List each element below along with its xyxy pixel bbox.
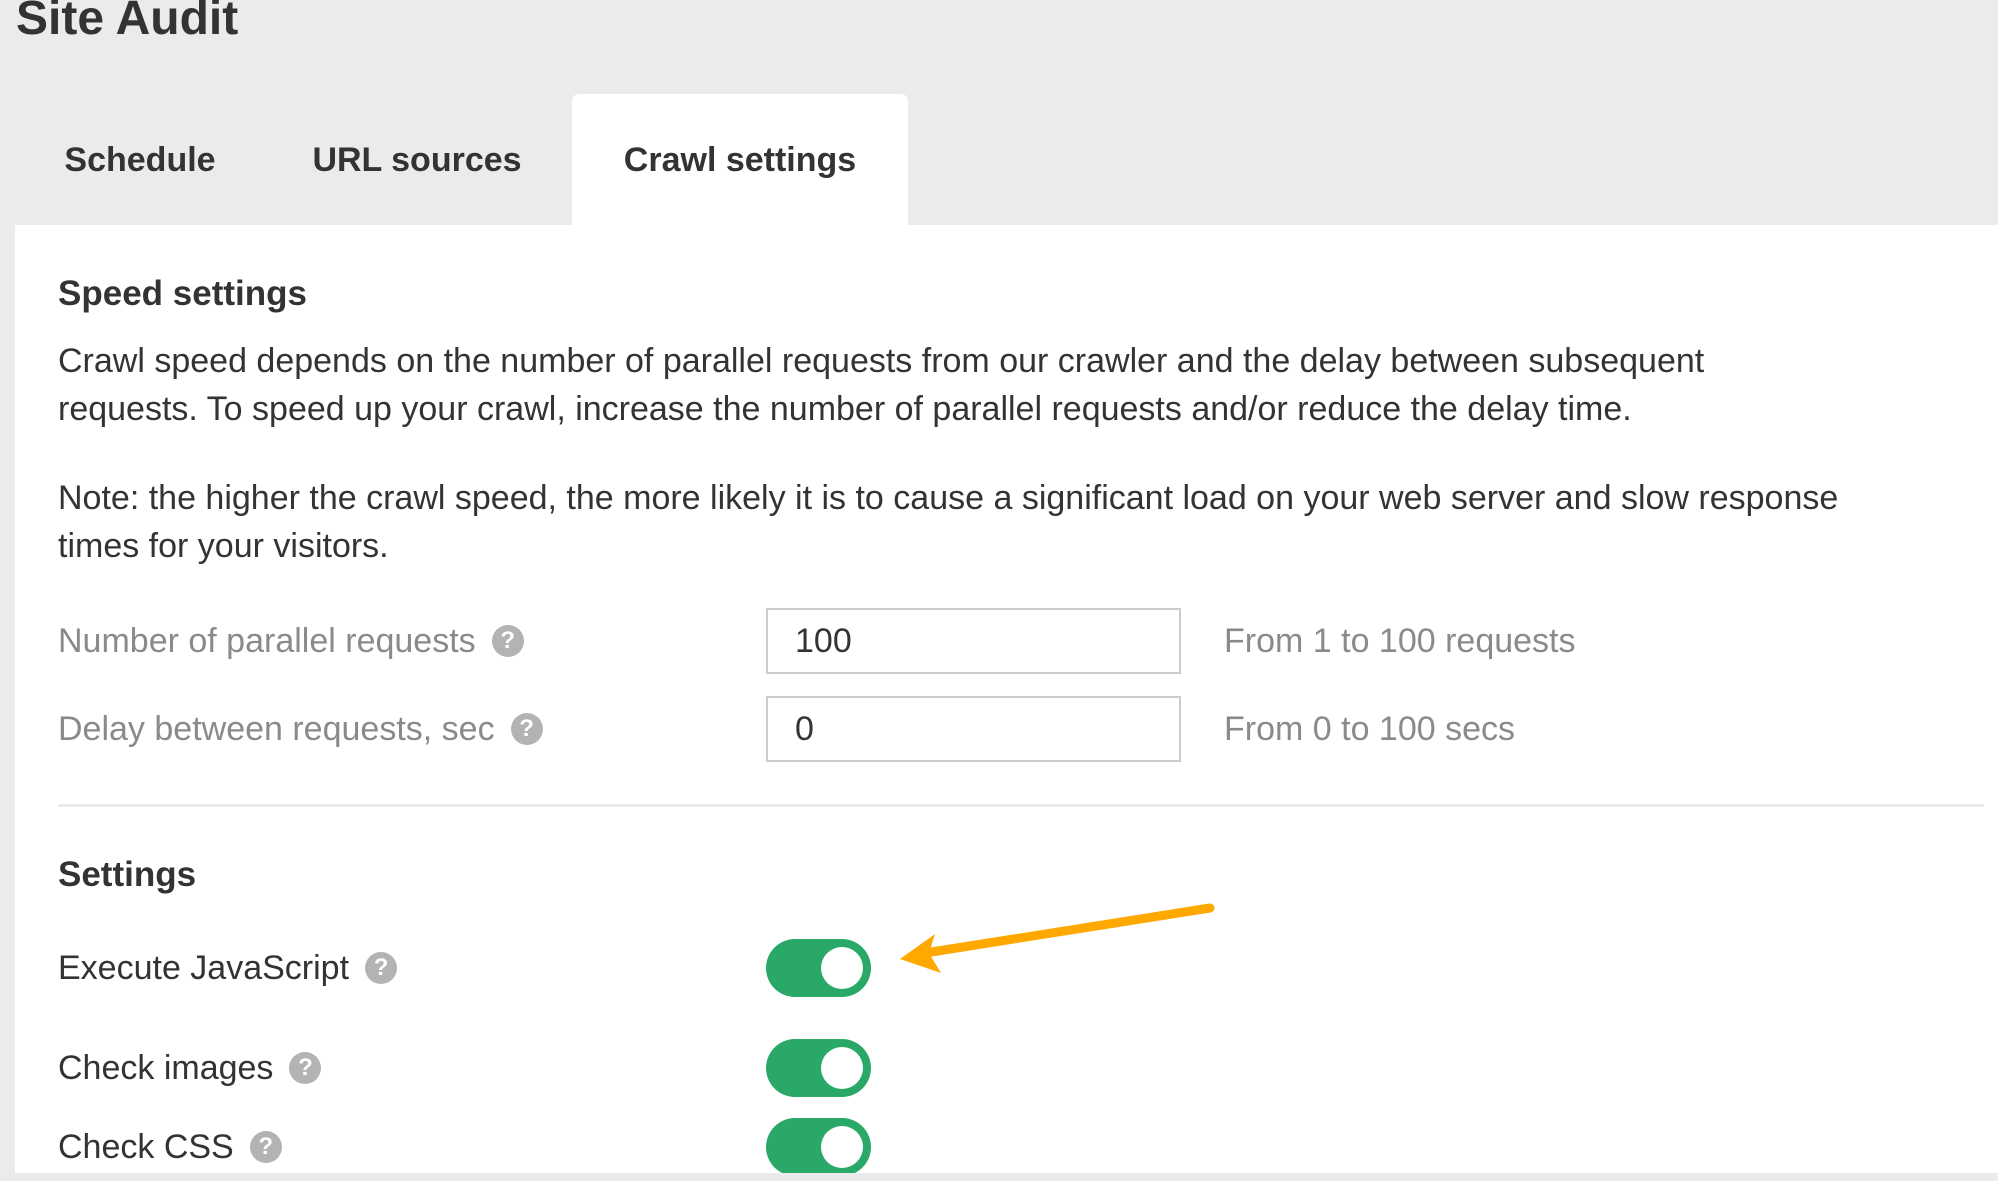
question-circle-icon[interactable]: ? xyxy=(491,625,524,657)
check-css-label: Check CSS ? xyxy=(58,1118,282,1176)
question-circle-icon[interactable]: ? xyxy=(510,713,543,745)
speed-note-line: Note: the higher the crawl speed, the mo… xyxy=(58,479,1839,517)
parallel-requests-input[interactable] xyxy=(766,608,1181,674)
check-css-label-text: Check CSS xyxy=(58,1127,234,1166)
speed-note: Note: the higher the crawl speed, the mo… xyxy=(58,474,1998,570)
parallel-requests-hint: From 1 to 100 requests xyxy=(1224,621,1576,660)
question-circle-icon[interactable]: ? xyxy=(365,952,398,984)
delay-label-text: Delay between requests, sec xyxy=(58,709,495,748)
check-images-label: Check images ? xyxy=(58,1039,322,1097)
bottom-edge xyxy=(0,1173,1998,1181)
delay-input[interactable] xyxy=(766,696,1181,762)
question-circle-icon[interactable]: ? xyxy=(289,1052,322,1084)
tab-schedule[interactable]: Schedule xyxy=(40,94,240,225)
check-css-toggle[interactable] xyxy=(766,1118,871,1176)
toggle-knob xyxy=(821,1047,863,1089)
speed-description-line: requests. To speed up your crawl, increa… xyxy=(58,390,1632,428)
section-divider xyxy=(58,804,1984,807)
speed-settings-heading: Speed settings xyxy=(58,274,307,313)
settings-heading: Settings xyxy=(58,855,197,894)
toggle-knob xyxy=(821,1126,863,1168)
speed-description: Crawl speed depends on the number of par… xyxy=(58,337,1998,433)
delay-label: Delay between requests, sec ? xyxy=(58,696,543,762)
speed-description-line: Crawl speed depends on the number of par… xyxy=(58,342,1705,380)
parallel-requests-label: Number of parallel requests ? xyxy=(58,608,524,674)
toggle-knob xyxy=(821,947,863,989)
tab-url-sources[interactable]: URL sources xyxy=(282,94,552,225)
execute-javascript-label: Execute JavaScript ? xyxy=(58,939,398,997)
execute-javascript-toggle[interactable] xyxy=(766,939,871,997)
page-title: Site Audit xyxy=(16,0,239,45)
parallel-requests-label-text: Number of parallel requests xyxy=(58,621,476,660)
tab-crawl-settings[interactable]: Crawl settings xyxy=(572,94,908,225)
check-images-toggle[interactable] xyxy=(766,1039,871,1097)
execute-javascript-label-text: Execute JavaScript xyxy=(58,948,350,987)
check-images-label-text: Check images xyxy=(58,1048,274,1087)
crawl-settings-panel: Speed settings Crawl speed depends on th… xyxy=(15,225,1998,1176)
question-circle-icon[interactable]: ? xyxy=(249,1131,282,1163)
tab-bar: Schedule URL sources Crawl settings xyxy=(0,94,1998,225)
speed-note-line: times for your visitors. xyxy=(58,527,389,565)
delay-hint: From 0 to 100 secs xyxy=(1224,709,1516,748)
